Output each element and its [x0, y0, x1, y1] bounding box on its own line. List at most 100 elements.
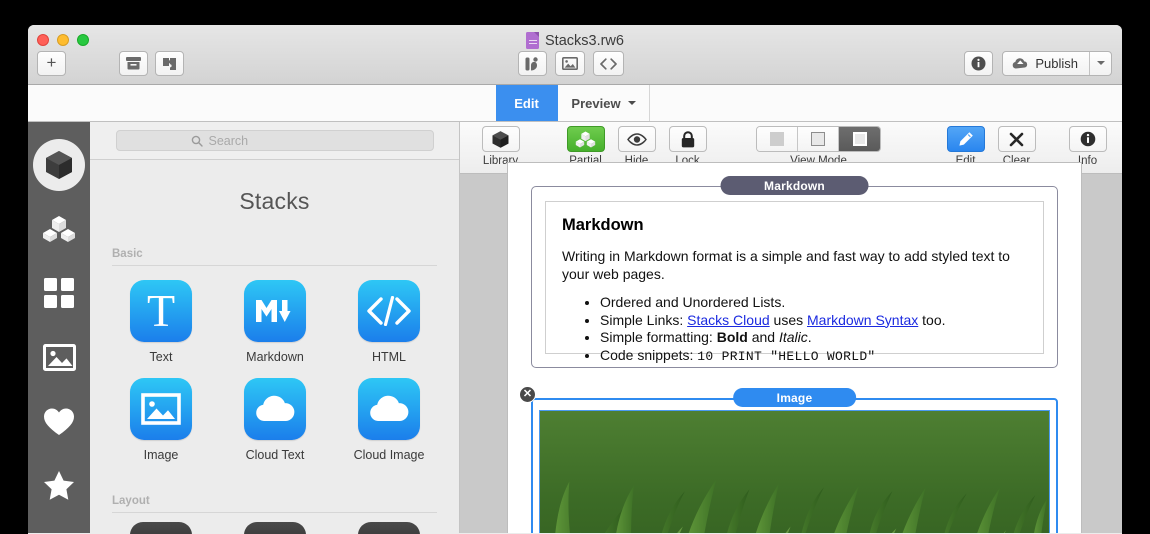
search-input[interactable] [208, 133, 359, 148]
stacks-library-panel: Stacks Basic T Text [90, 122, 460, 534]
document-file-icon [526, 32, 539, 49]
bullet-text: too. [918, 311, 946, 328]
partial-toggle-button[interactable]: Partial [561, 126, 610, 167]
cube-icon [492, 130, 509, 148]
library-item-layout-3[interactable] [332, 522, 446, 534]
pencil-icon [959, 131, 973, 146]
library-toggle-icon-box [481, 126, 520, 152]
stack-markdown[interactable]: Markdown Markdown Writing in Markdown fo… [531, 176, 1058, 368]
outline-square-icon [811, 132, 825, 146]
archive-button[interactable] [119, 51, 148, 76]
library-item-layout-2[interactable] [218, 522, 332, 534]
bullet-text: Code snippets: [600, 346, 698, 363]
markdown-syntax-link[interactable]: Markdown Syntax [807, 312, 918, 328]
star-icon [44, 470, 74, 500]
stack-pill-label[interactable]: Markdown [720, 176, 869, 195]
library-item-cloud-image[interactable]: Cloud Image [332, 378, 446, 462]
view-mode-plain-button[interactable] [757, 127, 798, 151]
hide-toggle-button[interactable]: Hide [612, 126, 661, 167]
clear-stack-icon-box [997, 126, 1036, 152]
search-field-wrapper[interactable] [115, 130, 434, 151]
info-button[interactable] [964, 51, 994, 76]
picture-frame-icon [130, 378, 192, 440]
mode-tabstrip: Edit Preview [28, 85, 1122, 122]
styles-button[interactable] [518, 51, 547, 76]
library-item-image[interactable]: Image [104, 378, 218, 462]
library-item-label: HTML [371, 350, 407, 364]
library-toggle-button[interactable]: Library [476, 126, 525, 167]
add-page-button[interactable]: + [37, 51, 66, 76]
tab-preview[interactable]: Preview [558, 85, 650, 121]
library-item-label: Markdown [246, 350, 304, 364]
edit-stack-button[interactable]: Edit [941, 126, 990, 167]
code-button[interactable] [593, 51, 624, 76]
stacked-cubes-icon [575, 131, 596, 147]
addons-button[interactable] [155, 51, 184, 76]
window-titlebar: Stacks3.rw6 + Publish [28, 25, 1122, 85]
stack-image[interactable]: ✕ Image [519, 386, 1058, 533]
publish-button[interactable]: Publish [1003, 52, 1089, 75]
lock-toggle-button[interactable]: Lock [663, 126, 712, 167]
sidebar-icon-rail [28, 122, 90, 533]
grass-photo [540, 411, 1049, 533]
padlock-icon [681, 130, 694, 147]
sidebar-item-media[interactable] [28, 325, 90, 389]
publish-label: Publish [1035, 56, 1078, 71]
page-title: Stacks3.rw6 [545, 32, 624, 49]
sidebar-item-pages[interactable] [28, 261, 90, 325]
info-circle-icon [971, 56, 986, 71]
list-item: Simple Links: Stacks Cloud uses Markdown… [600, 312, 1027, 330]
library-item-label: Image [143, 448, 179, 462]
stack-pill-label[interactable]: Image [732, 388, 857, 407]
tab-preview-label: Preview [571, 95, 621, 111]
library-item-html[interactable]: HTML [332, 280, 446, 364]
library-item-text[interactable]: T Text [104, 280, 218, 364]
lock-toggle-icon-box [668, 126, 707, 152]
sidebar-item-blocks[interactable] [28, 197, 90, 261]
library-item-label: Cloud Text [245, 448, 305, 462]
sidebar-item-starred[interactable] [28, 453, 90, 517]
delete-stack-button[interactable]: ✕ [519, 386, 536, 403]
view-mode-outline-button[interactable] [798, 127, 839, 151]
puzzle-piece-icon [163, 57, 176, 70]
cloud-icon [244, 378, 306, 440]
library-item-markdown[interactable]: Markdown [218, 280, 332, 364]
info-stack-icon-box [1068, 126, 1107, 152]
dark-stack-icon [358, 522, 420, 534]
view-mode-framed-button[interactable] [839, 127, 880, 151]
code-brackets-icon [358, 280, 420, 342]
markdown-content[interactable]: Markdown Writing in Markdown format is a… [545, 201, 1044, 364]
four-squares-icon [44, 278, 74, 308]
image-content[interactable] [539, 410, 1050, 533]
toolbar-mid-group [119, 51, 184, 76]
document-title-area: Stacks3.rw6 [28, 32, 1122, 49]
stacks-cloud-link[interactable]: Stacks Cloud [687, 312, 769, 328]
x-mark-icon [1009, 132, 1024, 146]
stack-grid-row-1: T Text Markdown HTML [90, 266, 459, 364]
clear-stack-button[interactable]: Clear [992, 126, 1041, 167]
list-item: Ordered and Unordered Lists. [600, 294, 1027, 312]
markdown-bullet-list: Ordered and Unordered Lists. Simple Link… [600, 294, 1027, 365]
markdown-paragraph: Writing in Markdown format is a simple a… [562, 248, 1010, 282]
markdown-heading: Markdown [562, 216, 644, 234]
library-item-cloud-text[interactable]: Cloud Text [218, 378, 332, 462]
library-item-layout-1[interactable] [104, 522, 218, 534]
layout-grid-row [90, 513, 459, 534]
publish-menu-button[interactable] [1089, 52, 1111, 75]
cloud-icon [358, 378, 420, 440]
paint-swatch-icon [525, 56, 538, 70]
italic-sample: Italic [778, 329, 808, 345]
media-button[interactable] [555, 51, 585, 76]
search-icon [191, 135, 203, 147]
toolbar-right-group: Publish [964, 51, 1112, 76]
bullet-text: Simple formatting: [600, 329, 717, 345]
info-stack-button[interactable]: Info [1063, 126, 1112, 167]
heart-icon [44, 408, 74, 435]
sidebar-item-favorites[interactable] [28, 389, 90, 453]
view-mode-control: View Mode [756, 126, 881, 167]
tab-edit[interactable]: Edit [496, 85, 558, 121]
application-window: Stacks3.rw6 + Publish Edit Preview Searc… [28, 25, 1122, 534]
sidebar-item-stacks[interactable] [28, 133, 90, 197]
archive-box-icon [126, 57, 141, 70]
library-title: Stacks [239, 188, 310, 214]
